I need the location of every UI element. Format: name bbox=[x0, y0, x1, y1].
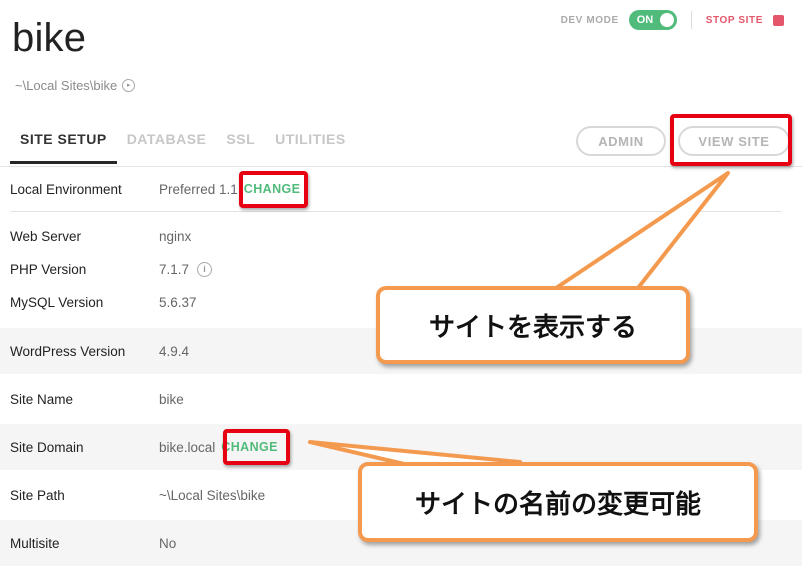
site-name-callout: サイトの名前の変更可能 bbox=[358, 462, 758, 542]
view-site-pointer bbox=[554, 171, 730, 290]
view-site-callout: サイトを表示する bbox=[376, 286, 690, 364]
view-site-callout-text: サイトを表示する bbox=[428, 312, 637, 343]
site-name-callout-text: サイトの名前の変更可能 bbox=[414, 489, 701, 520]
